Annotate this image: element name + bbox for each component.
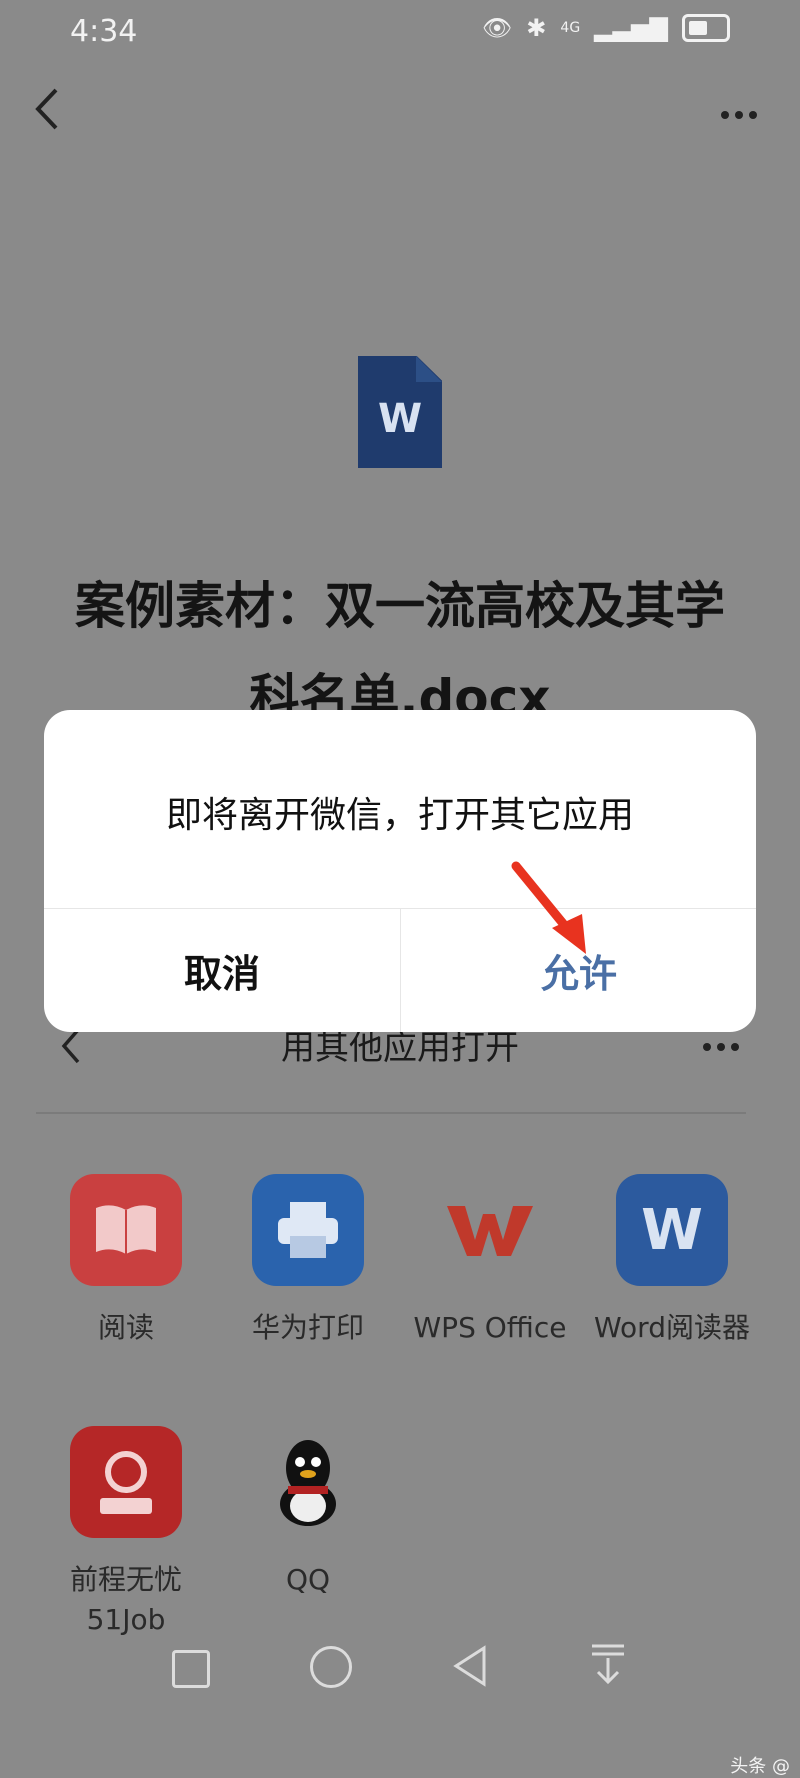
sheet-more-icon[interactable] [700,1036,742,1055]
app-wps-office[interactable]: WPS Office [400,1174,580,1348]
sheet-divider [36,1112,746,1114]
eye-icon: 👁 [481,14,513,42]
more-options-icon[interactable] [718,104,760,123]
recents-nav-icon[interactable] [172,1650,210,1688]
back-nav-icon[interactable] [450,1644,490,1688]
word-reader-icon: W [616,1174,728,1286]
word-document-icon: W [358,356,442,468]
battery-icon [682,14,730,42]
back-icon[interactable] [30,86,66,132]
qq-penguin-icon [252,1426,364,1538]
red-arrow-annotation-icon [511,861,586,954]
status-time: 4:34 [70,14,138,49]
51job-logo-icon [70,1426,182,1538]
watermark: 头条 @ [730,1756,790,1777]
home-nav-icon[interactable] [310,1646,352,1688]
cancel-button[interactable]: 取消 [44,908,400,1032]
status-icons: 👁 ✱ 4G ▂▃▅▇ [482,14,730,42]
dialog-message: 即将离开微信，打开其它应用 [165,795,634,836]
leave-wechat-dialog: 即将离开微信，打开其它应用 取消 允许 [44,710,756,1032]
wps-logo-icon [434,1174,546,1286]
book-icon [70,1174,182,1286]
app-qq[interactable]: QQ [218,1426,398,1600]
printer-icon [252,1174,364,1286]
app-51job[interactable]: 前程无忧51Job [36,1426,216,1640]
notification-pulldown-icon[interactable] [588,1640,628,1688]
bluetooth-icon: ✱ [526,14,547,42]
network-label: 4G [560,20,581,36]
signal-icon: ▂▃▅▇ [594,14,668,42]
app-word-reader[interactable]: W Word阅读器 [582,1174,762,1348]
app-reader[interactable]: 阅读 [36,1174,216,1348]
app-huawei-print[interactable]: 华为打印 [218,1174,398,1348]
